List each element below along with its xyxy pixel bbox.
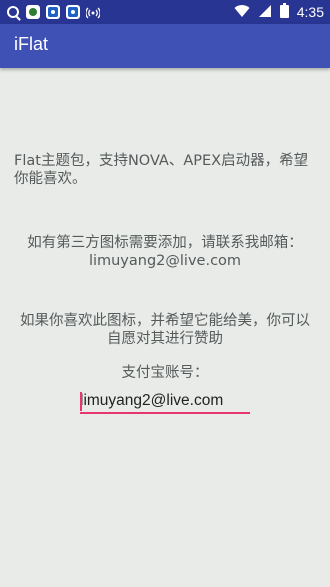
alipay-field-wrapper — [80, 390, 250, 414]
app-icon — [26, 5, 40, 19]
broadcast-icon — [85, 5, 101, 19]
donate-text: 如果你喜欢此图标，并希望它能给美，你可以自愿对其进行赞助 — [20, 313, 310, 347]
field-underline — [80, 412, 250, 414]
alipay-label: 支付宝账号： — [121, 365, 209, 381]
battery-icon — [279, 2, 289, 22]
clock: 4:35 — [296, 4, 324, 20]
text-cursor — [80, 392, 82, 411]
status-bar: 4:35 — [0, 0, 330, 24]
app-bar: iFlat — [0, 24, 330, 68]
system-icons: 4:35 — [234, 2, 324, 22]
main-content: Flat主题包，支持NOVA、APEX启动器，希望你能喜欢。 如有第三方图标需要… — [0, 68, 330, 587]
baidu-icon — [66, 5, 80, 19]
alipay-account-field[interactable] — [80, 390, 248, 412]
intro-text: Flat主题包，支持NOVA、APEX启动器，希望你能喜欢。 — [14, 153, 309, 187]
search-icon — [6, 5, 20, 19]
notification-icons — [6, 4, 101, 20]
wifi-icon — [234, 3, 250, 22]
contact-text: 如有第三方图标需要添加，请联系我邮箱：limuyang2@live.com — [27, 235, 303, 269]
signal-icon — [258, 3, 272, 22]
baidu-icon — [46, 5, 60, 19]
app-title: iFlat — [14, 34, 49, 54]
